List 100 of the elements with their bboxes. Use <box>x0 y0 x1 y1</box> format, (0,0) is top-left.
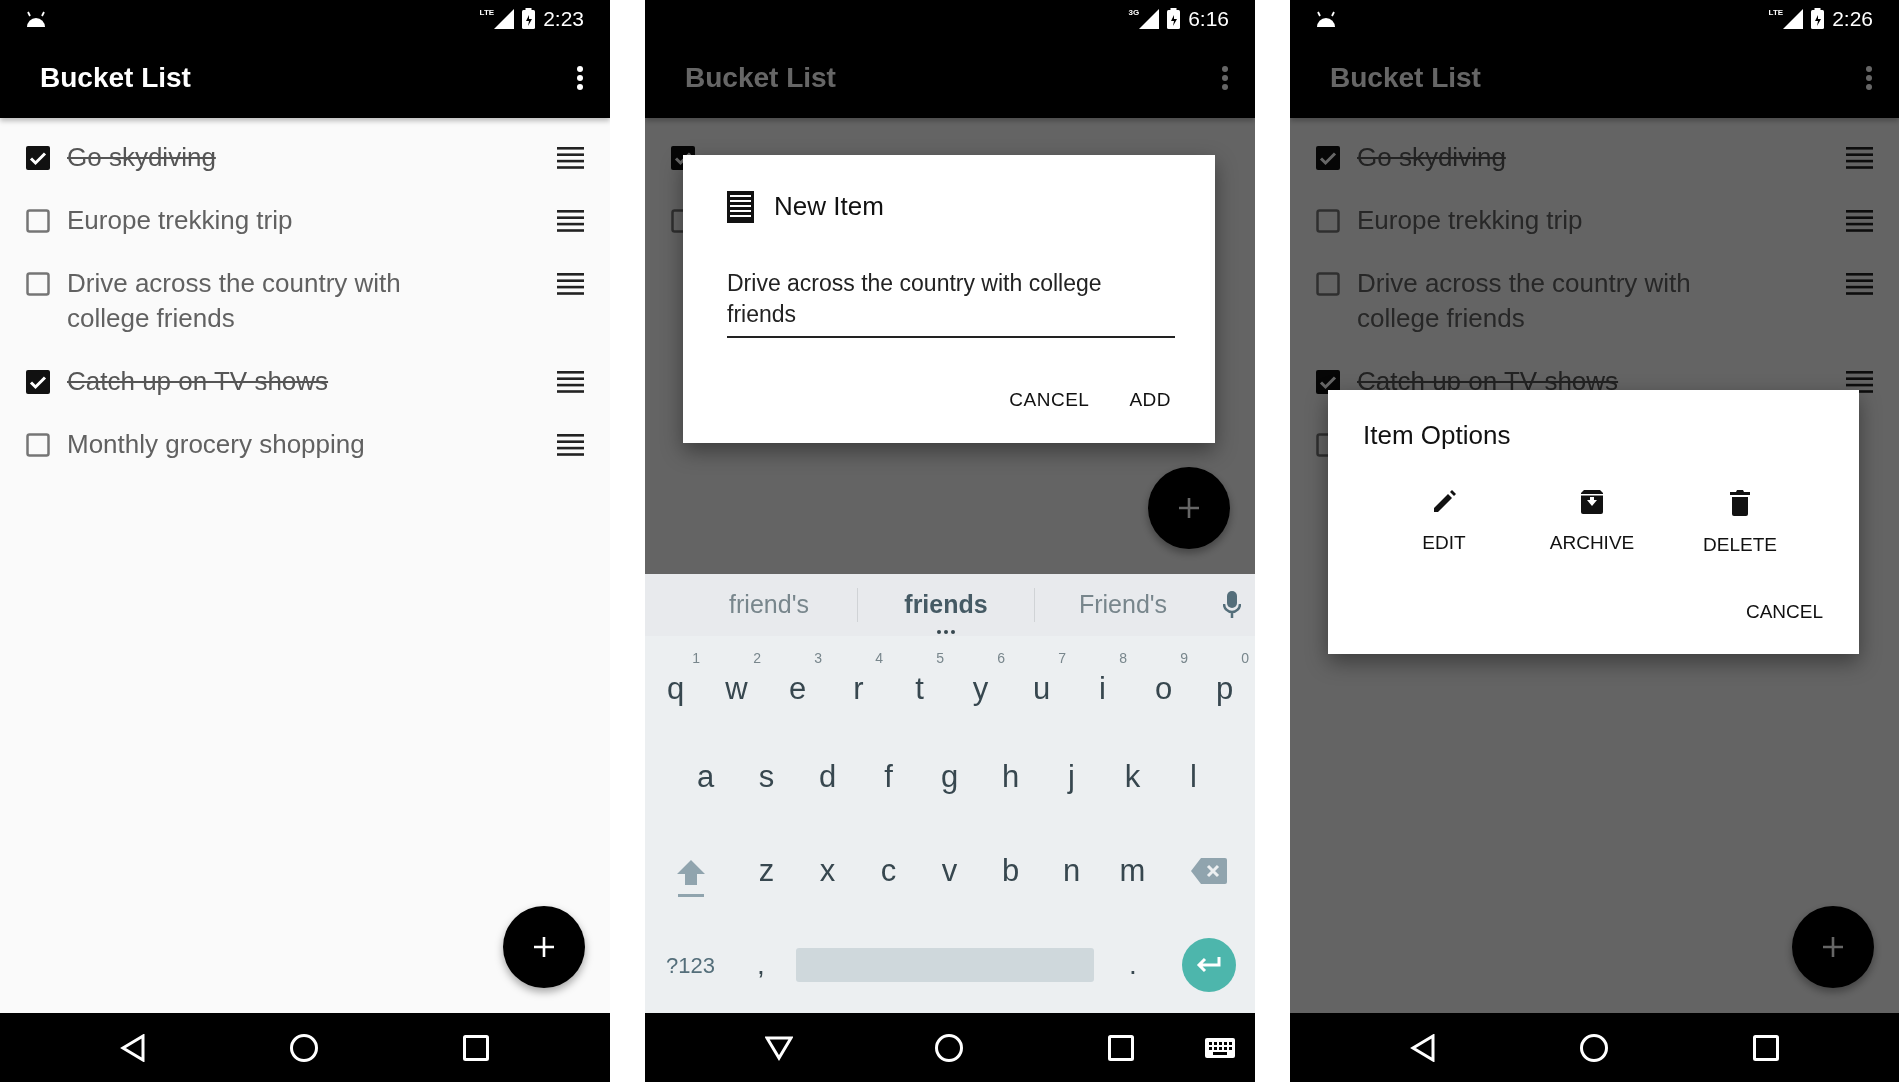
key-hint: 2 <box>753 649 761 668</box>
home-icon[interactable] <box>289 1032 319 1063</box>
item-text: Europe trekking trip <box>67 204 294 237</box>
signal-icon <box>1139 8 1160 29</box>
microphone-icon[interactable] <box>1223 591 1241 619</box>
dialog-button[interactable]: CANCEL <box>1009 382 1090 419</box>
checkbox[interactable] <box>1316 208 1340 233</box>
drag-handle-icon[interactable] <box>1846 273 1873 295</box>
drag-handle-icon[interactable] <box>1846 147 1873 169</box>
recents-icon[interactable] <box>1108 1034 1134 1061</box>
checkbox[interactable] <box>1316 145 1340 170</box>
signal-icon <box>1783 8 1804 29</box>
drag-handle-icon[interactable] <box>557 147 584 169</box>
keyboard-key[interactable]: u 7 <box>1011 636 1072 730</box>
drag-handle-icon[interactable] <box>557 434 584 456</box>
checkbox[interactable] <box>1316 369 1340 394</box>
dialog-button[interactable]: ADD <box>1129 382 1171 419</box>
key-letter: q <box>666 672 685 704</box>
item-text: Go skydiving <box>1357 141 1507 174</box>
item-text: Monthly grocery shopping <box>67 428 366 461</box>
drag-handle-icon[interactable] <box>557 210 584 232</box>
back-icon[interactable] <box>1410 1033 1436 1062</box>
drag-handle-icon[interactable] <box>1846 210 1873 232</box>
trash-icon <box>1729 489 1751 517</box>
plus-icon <box>1178 497 1200 519</box>
app-title: Bucket List <box>685 60 836 95</box>
keyboard-key[interactable]: n <box>1041 824 1102 918</box>
keyboard-key[interactable]: m <box>1102 824 1163 918</box>
recents-icon[interactable] <box>1753 1034 1779 1061</box>
input-field[interactable]: Drive across the country with college friends <box>727 268 1175 338</box>
android-icon <box>1316 9 1336 28</box>
item-text: Drive across the country with college friends <box>1357 267 1692 335</box>
pencil-icon <box>1431 489 1457 515</box>
keyboard-icon[interactable] <box>1205 1037 1235 1058</box>
keyboard-key[interactable]: k <box>1102 730 1163 824</box>
option-button[interactable]: EDIT <box>1370 489 1518 560</box>
drag-handle-icon[interactable] <box>557 273 584 295</box>
keyboard-key[interactable]: i 8 <box>1072 636 1133 730</box>
keyboard-key[interactable]: j <box>1041 730 1102 824</box>
symbols-key[interactable]: ?123 <box>645 918 736 1012</box>
app-title: Bucket List <box>40 60 191 95</box>
option-button[interactable]: DELETE <box>1666 489 1814 560</box>
plus-icon <box>1822 936 1844 958</box>
keyboard-key[interactable]: o 9 <box>1133 636 1194 730</box>
keyboard-key[interactable]: v <box>919 824 980 918</box>
keyboard-key[interactable]: t 5 <box>889 636 950 730</box>
checkbox[interactable] <box>1316 271 1340 296</box>
signal-icon <box>494 8 515 29</box>
key-letter: t <box>915 672 924 704</box>
back-icon[interactable] <box>120 1033 146 1062</box>
more-suggestions-icon[interactable] <box>936 629 956 634</box>
keyboard-key[interactable]: h <box>980 730 1041 824</box>
key-letter: i <box>1099 672 1106 704</box>
comma-key[interactable]: , <box>736 918 786 1012</box>
home-icon[interactable] <box>934 1032 964 1063</box>
keyboard-key[interactable]: z <box>736 824 797 918</box>
keyboard-key[interactable]: b <box>980 824 1041 918</box>
keyboard-key[interactable]: g <box>919 730 980 824</box>
home-icon[interactable] <box>1579 1032 1609 1063</box>
keyboard-key[interactable]: s <box>736 730 797 824</box>
checkbox[interactable] <box>26 432 50 457</box>
checkbox[interactable] <box>26 145 50 170</box>
battery-icon <box>1811 8 1825 29</box>
checkbox[interactable] <box>26 208 50 233</box>
option-label: DELETE <box>1703 533 1777 557</box>
keyboard-key[interactable]: w 2 <box>706 636 767 730</box>
suggestion[interactable]: friends <box>904 586 988 624</box>
keyboard-key[interactable]: p 0 <box>1194 636 1255 730</box>
keyboard-key[interactable]: y 6 <box>950 636 1011 730</box>
drag-handle-icon[interactable] <box>1846 371 1873 393</box>
keyboard-key[interactable]: d <box>797 730 858 824</box>
checkbox[interactable] <box>26 271 50 296</box>
keyboard-key[interactable]: l <box>1163 730 1224 824</box>
keyboard-key[interactable]: e 3 <box>767 636 828 730</box>
keyboard-key[interactable]: q 1 <box>645 636 706 730</box>
battery-icon <box>1167 8 1181 29</box>
more-options-icon[interactable] <box>576 64 584 91</box>
item-text: Go skydiving <box>67 141 217 174</box>
item-text: Drive across the country with college friends <box>67 267 402 335</box>
option-label: ARCHIVE <box>1549 531 1635 555</box>
drag-handle-icon[interactable] <box>557 371 584 393</box>
status-time: 2:23 <box>543 8 584 29</box>
keyboard-key[interactable]: x <box>797 824 858 918</box>
keyboard-key[interactable]: f <box>858 730 919 824</box>
key-letter: e <box>788 672 807 704</box>
checkbox[interactable] <box>26 369 50 394</box>
keyboard-key[interactable]: a <box>675 730 736 824</box>
period-key[interactable]: . <box>1104 918 1162 1012</box>
dialog-title: New Item <box>774 190 884 223</box>
hide-keyboard-icon[interactable] <box>765 1034 793 1061</box>
dialog-button[interactable]: CANCEL <box>1745 593 1823 630</box>
key-letter: r <box>853 672 864 704</box>
recents-icon[interactable] <box>463 1034 489 1061</box>
keyboard-key[interactable]: c <box>858 824 919 918</box>
key-letter: w <box>725 672 748 704</box>
option-button[interactable]: ARCHIVE <box>1518 489 1666 560</box>
key-hint: 5 <box>936 649 944 668</box>
keyboard-key[interactable]: r 4 <box>828 636 889 730</box>
key-hint: 0 <box>1241 649 1249 668</box>
plus-icon <box>533 936 555 958</box>
